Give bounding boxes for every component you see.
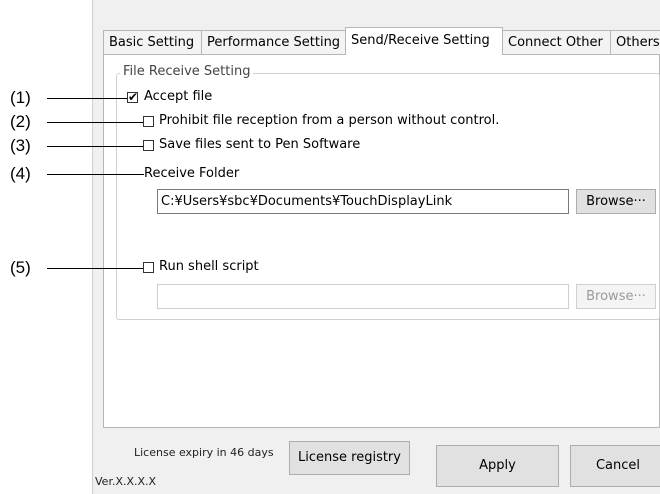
accept-file-label: Accept file <box>144 89 213 104</box>
callout-5: (5) <box>10 258 31 277</box>
callout-2-line <box>47 122 143 123</box>
callout-2: (2) <box>10 112 31 131</box>
tab-basic-setting[interactable]: Basic Setting <box>103 30 202 54</box>
tab-performance-setting[interactable]: Performance Setting <box>201 30 346 54</box>
shell-script-browse-button[interactable]: Browse··· <box>576 284 656 309</box>
apply-button[interactable]: Apply <box>436 445 559 487</box>
callout-5-line <box>47 268 143 269</box>
callout-4: (4) <box>10 164 31 183</box>
license-registry-button[interactable]: License registry <box>289 441 410 475</box>
tab-send-receive-setting[interactable]: Send/Receive Setting <box>345 27 503 55</box>
tab-connect-other[interactable]: Connect Other <box>502 30 611 54</box>
callout-3: (3) <box>10 136 31 155</box>
callout-1-line <box>47 98 127 99</box>
callout-3-line <box>47 146 143 147</box>
save-pen-software-label: Save files sent to Pen Software <box>159 137 361 152</box>
file-receive-group-title: File Receive Setting <box>120 64 254 79</box>
shell-script-input[interactable] <box>157 284 569 309</box>
version-text: Ver.X.X.X.X <box>95 475 157 488</box>
receive-folder-browse-button[interactable]: Browse··· <box>576 189 656 214</box>
run-shell-script-checkbox[interactable] <box>143 262 154 273</box>
run-shell-script-label: Run shell script <box>159 259 259 274</box>
prohibit-reception-checkbox[interactable] <box>143 116 154 127</box>
license-expiry-text: License expiry in 46 days <box>134 446 274 459</box>
receive-folder-input[interactable]: C:¥Users¥sbc¥Documents¥TouchDisplayLink <box>157 189 569 214</box>
prohibit-reception-label: Prohibit file reception from a person wi… <box>159 113 500 128</box>
receive-folder-label: Receive Folder <box>144 166 240 181</box>
callout-1: (1) <box>10 88 31 107</box>
callout-4-line <box>47 174 144 175</box>
save-pen-software-checkbox[interactable] <box>143 140 154 151</box>
cancel-button[interactable]: Cancel <box>570 445 660 487</box>
accept-file-checkbox[interactable]: ✔ <box>127 91 138 103</box>
tab-others[interactable]: Others <box>610 30 660 54</box>
